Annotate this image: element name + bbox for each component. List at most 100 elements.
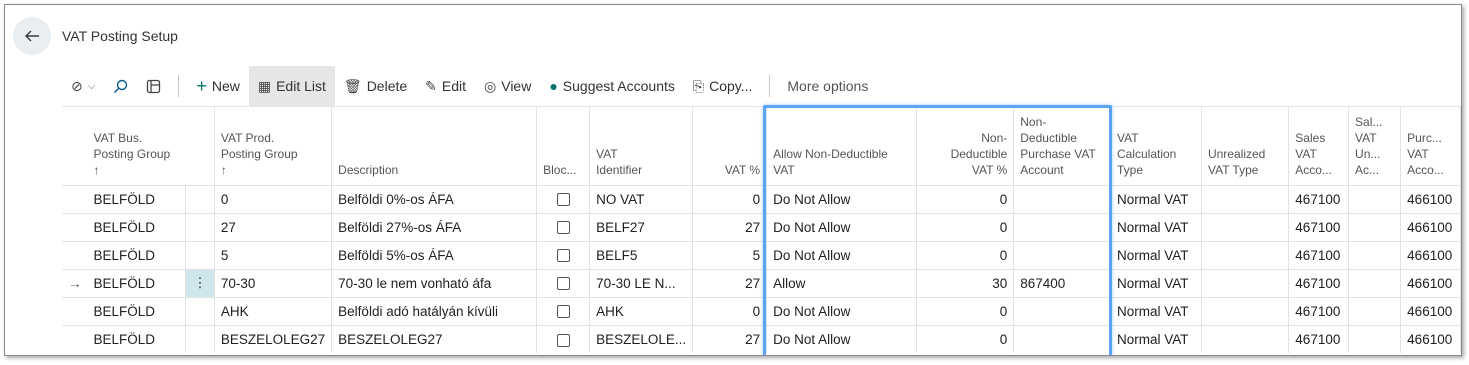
cell-nd-pct[interactable]: 30 — [916, 268, 1015, 297]
cell-description[interactable]: Belföldi 0%-os ÁFA — [331, 184, 538, 213]
cell-identifier[interactable]: AHK — [589, 296, 694, 325]
cell-unrealized[interactable] — [1201, 184, 1290, 213]
header-description[interactable]: Description — [331, 106, 538, 185]
cell-purch-acc[interactable]: 466100 — [1400, 268, 1461, 297]
cell-bus-group[interactable]: BELFÖLD — [87, 212, 187, 241]
back-button[interactable] — [13, 17, 51, 55]
cell-prod-group[interactable]: 27 — [214, 212, 333, 241]
table-row[interactable]: BELFÖLD BESZELOLEG27 BESZELOLEG27 BESZELOLE… — [62, 324, 1461, 353]
cell-sales-unreal[interactable] — [1348, 212, 1402, 241]
blocked-checkbox[interactable] — [556, 249, 570, 263]
cell-blocked[interactable] — [536, 296, 591, 325]
header-purch-acc[interactable]: Purc... VAT Acco... — [1400, 106, 1461, 185]
header-prod-group[interactable]: VAT Prod. Posting Group ↑ — [214, 106, 333, 185]
cell-sales-unreal[interactable] — [1348, 268, 1402, 297]
cell-purch-acc[interactable]: 466100 — [1400, 212, 1461, 241]
header-blocked[interactable]: Bloc... — [536, 106, 591, 185]
cell-sales-acc[interactable]: 467100 — [1288, 240, 1350, 269]
delete-button[interactable]: 🗑 Delete — [335, 66, 416, 106]
row-actions[interactable] — [185, 184, 215, 213]
cell-description[interactable]: 70-30 le nem vonható áfa — [331, 268, 538, 297]
cell-calc-type[interactable]: Normal VAT — [1110, 212, 1202, 241]
row-actions[interactable] — [185, 240, 215, 269]
cell-vat-pct[interactable]: 27 — [692, 212, 768, 241]
cell-nd-account[interactable]: 867400 — [1013, 268, 1111, 297]
cell-bus-group[interactable]: BELFÖLD — [87, 324, 187, 353]
cell-unrealized[interactable] — [1201, 324, 1290, 353]
cell-unrealized[interactable] — [1201, 268, 1290, 297]
cell-allow-nd[interactable]: Do Not Allow — [766, 240, 917, 269]
cell-purch-acc[interactable]: 466100 — [1400, 240, 1461, 269]
table-row[interactable]: BELFÖLD 0 Belföldi 0%-os ÁFA NO VAT 0 Do Not … — [62, 184, 1461, 213]
cell-bus-group[interactable]: BELFÖLD — [87, 184, 187, 213]
cell-vat-pct[interactable]: 27 — [692, 324, 768, 353]
cell-sales-unreal[interactable] — [1348, 324, 1402, 353]
cell-description[interactable]: Belföldi 27%-os ÁFA — [331, 212, 538, 241]
header-sales-unreal[interactable]: Sal... VAT Un... Ac... — [1348, 106, 1402, 185]
cell-vat-pct[interactable]: 0 — [692, 296, 768, 325]
cell-prod-group[interactable]: 0 — [214, 184, 333, 213]
cell-identifier[interactable]: BELF27 — [589, 212, 694, 241]
cell-identifier[interactable]: 70-30 LE N... — [589, 268, 694, 297]
layout-button[interactable] — [137, 66, 170, 106]
cell-prod-group[interactable]: 70-30 — [214, 268, 333, 297]
edit-button[interactable]: ✎ Edit — [416, 66, 475, 106]
cell-bus-group[interactable]: BELFÖLD — [87, 240, 187, 269]
cell-sales-acc[interactable]: 467100 — [1288, 212, 1350, 241]
cell-sales-acc[interactable]: 467100 — [1288, 268, 1350, 297]
cell-vat-pct[interactable]: 0 — [692, 184, 768, 213]
header-calc-type[interactable]: VAT Calculation Type — [1110, 106, 1202, 185]
cell-vat-pct[interactable]: 5 — [692, 240, 768, 269]
header-identifier[interactable]: VAT Identifier — [589, 106, 694, 185]
view-button[interactable]: ◎ View — [475, 66, 540, 106]
header-sales-acc[interactable]: Sales VAT Acco... — [1288, 106, 1350, 185]
copy-button[interactable]: ⎘ Copy... — [684, 66, 762, 106]
cell-unrealized[interactable] — [1201, 296, 1290, 325]
search-button[interactable] — [104, 66, 137, 106]
filter-pane-button[interactable]: ⊘ ⌵ — [62, 66, 104, 106]
cell-prod-group[interactable]: AHK — [214, 296, 333, 325]
cell-bus-group[interactable]: BELFÖLD — [87, 296, 187, 325]
header-allow-nd[interactable]: Allow Non-Deductible VAT — [766, 106, 917, 185]
cell-calc-type[interactable]: Normal VAT — [1110, 184, 1202, 213]
cell-blocked[interactable] — [536, 268, 591, 297]
more-options-button[interactable]: More options — [778, 66, 877, 106]
cell-sales-unreal[interactable] — [1348, 240, 1402, 269]
cell-blocked[interactable] — [536, 212, 591, 241]
table-row[interactable]: BELFÖLD 27 Belföldi 27%-os ÁFA BELF27 27 Do N… — [62, 212, 1461, 241]
cell-nd-account[interactable] — [1013, 324, 1111, 353]
header-nd-account[interactable]: Non- Deductible Purchase VAT Account — [1013, 106, 1111, 185]
new-button[interactable]: + New — [187, 66, 249, 106]
cell-allow-nd[interactable]: Allow — [766, 268, 917, 297]
cell-nd-pct[interactable]: 0 — [916, 240, 1015, 269]
cell-nd-account[interactable] — [1013, 240, 1111, 269]
cell-description[interactable]: Belföldi 5%-os ÁFA — [331, 240, 538, 269]
cell-sales-unreal[interactable] — [1348, 296, 1402, 325]
cell-calc-type[interactable]: Normal VAT — [1110, 296, 1202, 325]
cell-nd-account[interactable] — [1013, 184, 1111, 213]
table-row[interactable]: BELFÖLD 5 Belföldi 5%-os ÁFA BELF5 5 Do Not A… — [62, 240, 1461, 269]
cell-blocked[interactable] — [536, 324, 591, 353]
cell-blocked[interactable] — [536, 240, 591, 269]
suggest-accounts-button[interactable]: ● Suggest Accounts — [540, 66, 684, 106]
cell-description[interactable]: Belföldi adó hatályán kívüli — [331, 296, 538, 325]
cell-allow-nd[interactable]: Do Not Allow — [766, 324, 917, 353]
cell-nd-pct[interactable]: 0 — [916, 184, 1015, 213]
cell-nd-pct[interactable]: 0 — [916, 212, 1015, 241]
cell-calc-type[interactable]: Normal VAT — [1110, 268, 1202, 297]
cell-calc-type[interactable]: Normal VAT — [1110, 324, 1202, 353]
header-unrealized[interactable]: Unrealized VAT Type — [1201, 106, 1290, 185]
cell-prod-group[interactable]: 5 — [214, 240, 333, 269]
table-row[interactable]: → BELFÖLD ⋮ 70-30 70-30 le nem vonható áfa 70… — [62, 268, 1461, 297]
blocked-checkbox[interactable] — [556, 277, 570, 291]
edit-list-button[interactable]: ▦ Edit List — [248, 66, 335, 106]
cell-nd-pct[interactable]: 0 — [916, 324, 1015, 353]
cell-prod-group[interactable]: BESZELOLEG27 — [214, 324, 333, 353]
cell-identifier[interactable]: NO VAT — [589, 184, 694, 213]
cell-nd-pct[interactable]: 0 — [916, 296, 1015, 325]
cell-allow-nd[interactable]: Do Not Allow — [766, 296, 917, 325]
cell-sales-acc[interactable]: 467100 — [1288, 184, 1350, 213]
cell-sales-acc[interactable]: 467100 — [1288, 296, 1350, 325]
cell-purch-acc[interactable]: 466100 — [1400, 296, 1461, 325]
header-bus-group[interactable]: VAT Bus. Posting Group ↑ — [87, 106, 215, 185]
